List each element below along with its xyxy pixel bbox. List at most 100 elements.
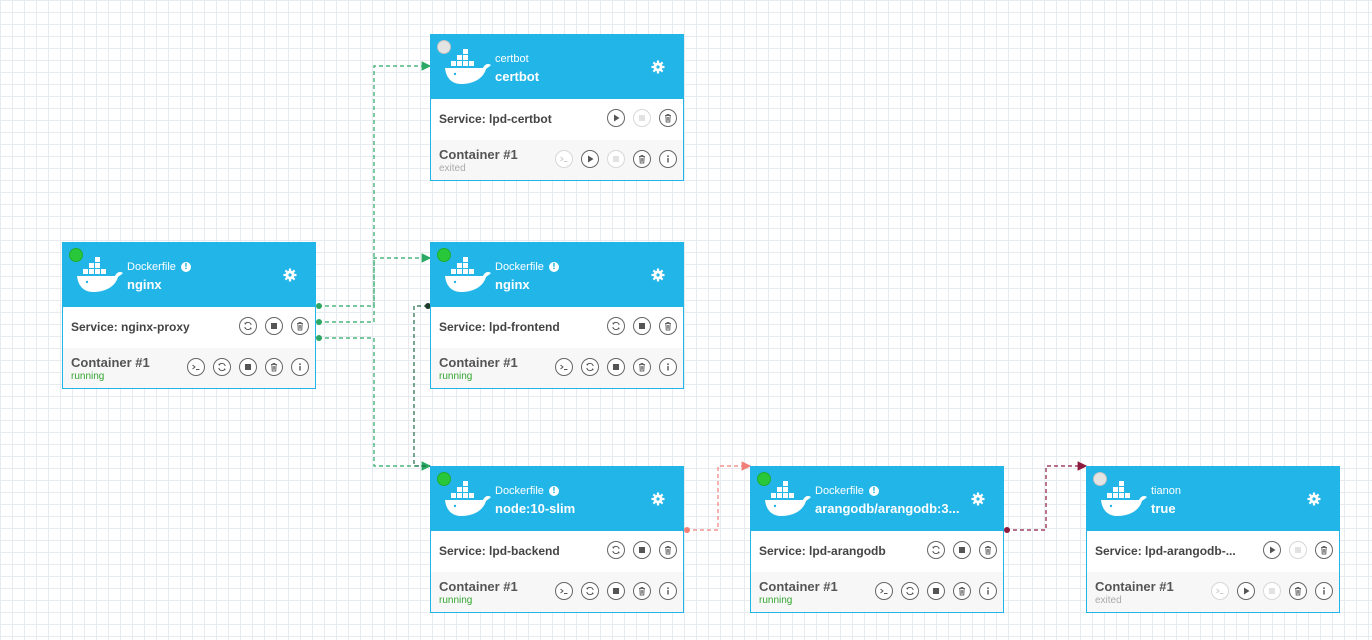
port-dot [316, 303, 322, 309]
stop-container-button[interactable] [239, 358, 257, 376]
trash-icon [665, 322, 671, 331]
image-source: Dockerfile! [495, 261, 559, 273]
service-card-backend[interactable]: Dockerfile! node:10-slim Service: lpd-ba… [430, 466, 684, 613]
stop-service-button[interactable] [633, 317, 651, 335]
stop-service-button[interactable] [633, 541, 651, 559]
gear-icon[interactable] [971, 492, 985, 506]
image-source-label: Dockerfile [815, 485, 864, 497]
info-button[interactable] [659, 582, 677, 600]
info-icon[interactable]: ! [548, 262, 559, 272]
container-state: exited [1095, 595, 1122, 606]
info-button[interactable] [659, 358, 677, 376]
container-label: Container #1 [759, 579, 838, 594]
link-arangodb-tianon [1006, 461, 1088, 531]
terminal-button[interactable] [555, 582, 573, 600]
delete-container-button[interactable] [265, 358, 283, 376]
stop-container-button[interactable] [927, 582, 945, 600]
restart-icon [612, 321, 620, 331]
stop-service-button[interactable] [265, 317, 283, 335]
service-row: Service: lpd-arangodb [751, 531, 1003, 572]
terminal-icon [192, 364, 200, 370]
docker-whale-icon [445, 481, 491, 516]
stop-service-button[interactable] [1289, 541, 1307, 559]
play-icon [1244, 587, 1250, 595]
service-card-certbot[interactable]: certbot certbot Service: lpd-certbot Con… [430, 34, 684, 181]
terminal-button[interactable] [555, 358, 573, 376]
delete-container-button[interactable] [633, 358, 651, 376]
gear-icon[interactable] [651, 492, 665, 506]
card-header[interactable]: Dockerfile! nginx [63, 243, 315, 307]
container-row: Container #1 running [431, 572, 683, 612]
container-label: Container #1 [1095, 579, 1174, 594]
restart-service-button[interactable] [927, 541, 945, 559]
info-icon[interactable]: ! [180, 262, 191, 272]
gear-icon[interactable] [283, 268, 297, 282]
delete-service-button[interactable] [659, 109, 677, 127]
restart-container-button[interactable] [213, 358, 231, 376]
stop-icon [245, 364, 251, 370]
info-icon [299, 363, 301, 371]
service-row: Service: lpd-certbot [431, 99, 683, 140]
info-icon[interactable]: ! [548, 486, 559, 496]
service-card-arangodb[interactable]: Dockerfile! arangodb/arangodb:3... Servi… [750, 466, 1004, 613]
start-container-button[interactable] [1237, 582, 1255, 600]
service-card-frontend[interactable]: Dockerfile! nginx Service: lpd-frontend … [430, 242, 684, 389]
card-header[interactable]: tianon true [1087, 467, 1339, 531]
stop-container-button[interactable] [607, 582, 625, 600]
card-header[interactable]: Dockerfile! nginx [431, 243, 683, 307]
info-icon[interactable]: ! [868, 486, 879, 496]
image-source-label: Dockerfile [495, 261, 544, 273]
service-card-nginx-proxy[interactable]: Dockerfile! nginx Service: nginx-proxy C… [62, 242, 316, 389]
delete-service-button[interactable] [659, 317, 677, 335]
terminal-button[interactable] [875, 582, 893, 600]
trash-icon [297, 322, 303, 331]
service-card-tianon[interactable]: tianon true Service: lpd-arangodb-... Co… [1086, 466, 1340, 613]
restart-container-button[interactable] [901, 582, 919, 600]
restart-service-button[interactable] [239, 317, 257, 335]
delete-container-button[interactable] [633, 582, 651, 600]
info-button[interactable] [1315, 582, 1333, 600]
delete-container-button[interactable] [633, 150, 651, 168]
delete-service-button[interactable] [291, 317, 309, 335]
stop-service-button[interactable] [953, 541, 971, 559]
delete-container-button[interactable] [1289, 582, 1307, 600]
info-button[interactable] [291, 358, 309, 376]
restart-service-button[interactable] [607, 317, 625, 335]
terminal-button[interactable] [1211, 582, 1229, 600]
info-button[interactable] [659, 150, 677, 168]
terminal-button[interactable] [555, 150, 573, 168]
stop-service-button[interactable] [633, 109, 651, 127]
container-label: Container #1 [439, 355, 518, 370]
stop-container-button[interactable] [607, 150, 625, 168]
card-header[interactable]: Dockerfile! node:10-slim [431, 467, 683, 531]
delete-service-button[interactable] [1315, 541, 1333, 559]
service-row: Service: lpd-frontend [431, 307, 683, 348]
delete-service-button[interactable] [979, 541, 997, 559]
delete-service-button[interactable] [659, 541, 677, 559]
restart-container-button[interactable] [581, 358, 599, 376]
service-name: Service: lpd-backend [439, 544, 560, 558]
gear-icon[interactable] [1307, 492, 1321, 506]
delete-container-button[interactable] [953, 582, 971, 600]
card-header[interactable]: certbot certbot [431, 35, 683, 99]
service-name: Service: lpd-certbot [439, 112, 552, 126]
container-row: Container #1 exited [1087, 572, 1339, 612]
terminal-button[interactable] [187, 358, 205, 376]
restart-service-button[interactable] [607, 541, 625, 559]
service-row: Service: lpd-arangodb-... [1087, 531, 1339, 572]
gear-icon[interactable] [651, 60, 665, 74]
info-icon [1323, 587, 1325, 595]
info-button[interactable] [979, 582, 997, 600]
info-icon [667, 587, 669, 595]
service-name: Service: nginx-proxy [71, 320, 190, 334]
start-service-button[interactable] [1263, 541, 1281, 559]
start-container-button[interactable] [581, 150, 599, 168]
stop-container-button[interactable] [607, 358, 625, 376]
info-icon [667, 155, 669, 163]
card-header[interactable]: Dockerfile! arangodb/arangodb:3... [751, 467, 1003, 531]
gear-icon[interactable] [651, 268, 665, 282]
start-service-button[interactable] [607, 109, 625, 127]
restart-container-button[interactable] [581, 582, 599, 600]
stop-container-button[interactable] [1263, 582, 1281, 600]
restart-icon [612, 545, 620, 555]
